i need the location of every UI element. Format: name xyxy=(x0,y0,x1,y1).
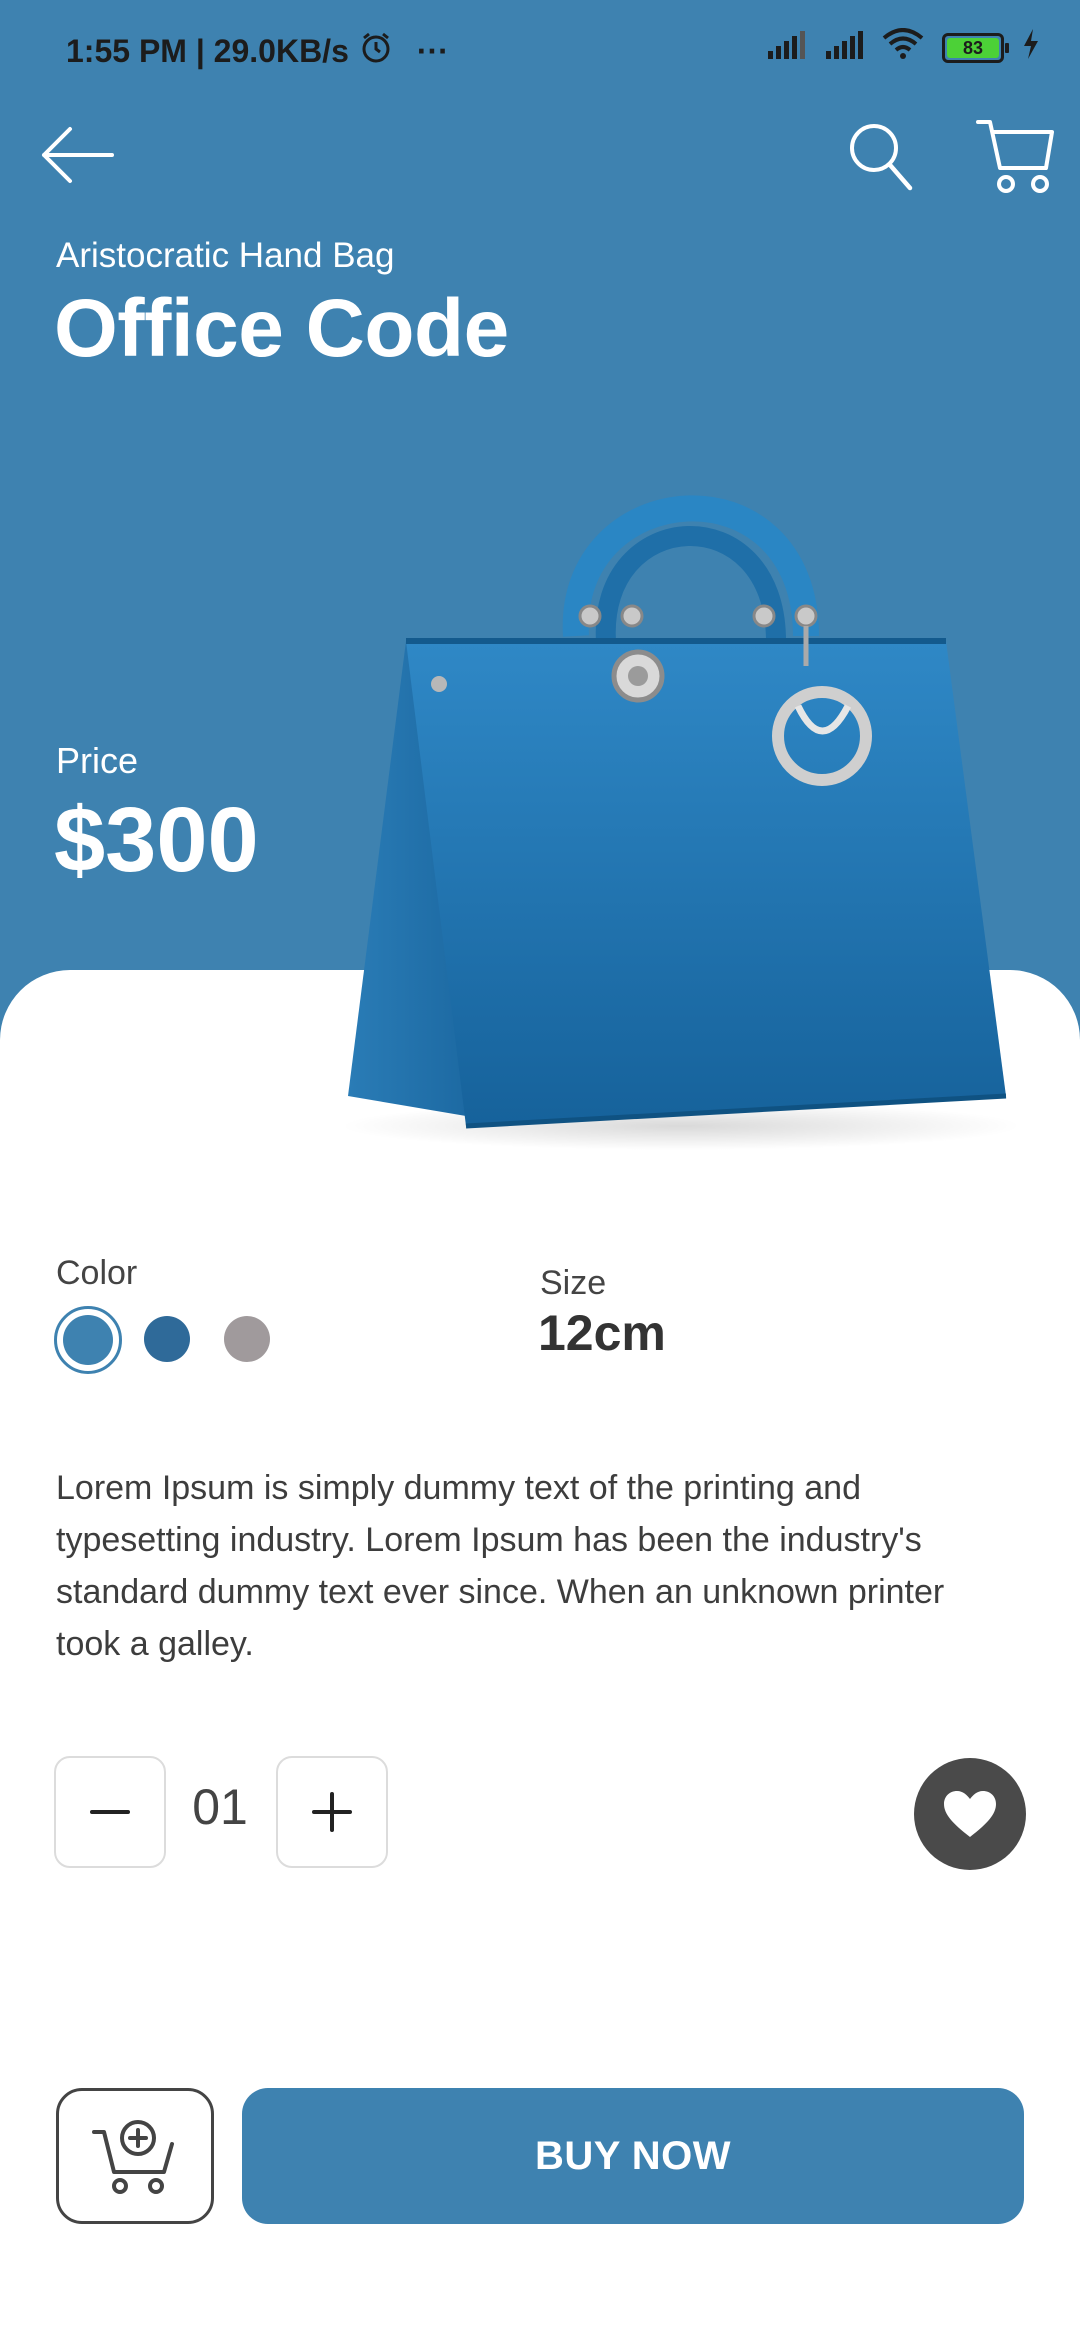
battery-level: 83 xyxy=(947,38,999,58)
cart-icon xyxy=(976,120,1054,193)
size-label: Size xyxy=(540,1264,607,1302)
color-swatch-selected[interactable] xyxy=(54,1306,122,1374)
price-value: $300 xyxy=(54,789,259,891)
product-image xyxy=(336,436,1026,1156)
signal-icon xyxy=(766,30,806,67)
back-button[interactable] xyxy=(40,125,114,185)
price-label: Price xyxy=(56,740,139,781)
search-button[interactable] xyxy=(848,122,914,192)
color-swatch[interactable] xyxy=(224,1316,270,1362)
charging-icon xyxy=(1022,29,1040,67)
status-more: ··· xyxy=(416,32,449,69)
cart-button[interactable] xyxy=(976,118,1054,194)
status-bar: 1:55 PM | 29.0KB/s ··· 83 xyxy=(0,0,1080,100)
favorite-button[interactable] xyxy=(914,1758,1026,1870)
quantity-value: 01 xyxy=(192,1779,248,1835)
color-swatch-dot xyxy=(63,1315,113,1365)
quantity-decrease-button[interactable] xyxy=(54,1756,166,1868)
heart-icon xyxy=(944,1791,996,1837)
arrow-left-icon xyxy=(42,127,114,183)
plus-icon xyxy=(312,1792,352,1832)
signal-icon-2 xyxy=(824,30,864,67)
product-description: Lorem Ipsum is simply dummy text of the … xyxy=(56,1469,945,1663)
quantity-increase-button[interactable] xyxy=(276,1756,388,1868)
product-title: Office Code xyxy=(54,283,509,374)
minus-icon xyxy=(90,1810,130,1814)
buy-now-button[interactable]: BUY NOW xyxy=(242,2088,1024,2224)
status-time: 1:55 PM | 29.0KB/s xyxy=(66,32,349,69)
search-icon xyxy=(850,124,913,191)
color-label: Color xyxy=(56,1254,138,1292)
color-swatch[interactable] xyxy=(144,1316,190,1362)
wifi-icon xyxy=(882,28,924,68)
add-to-cart-button[interactable] xyxy=(56,2088,214,2224)
cart-plus-icon xyxy=(92,2120,174,2194)
product-subtitle: Aristocratic Hand Bag xyxy=(56,236,395,275)
battery-icon: 83 xyxy=(942,33,1009,63)
size-value: 12cm xyxy=(538,1305,666,1361)
alarm-icon xyxy=(359,30,393,72)
